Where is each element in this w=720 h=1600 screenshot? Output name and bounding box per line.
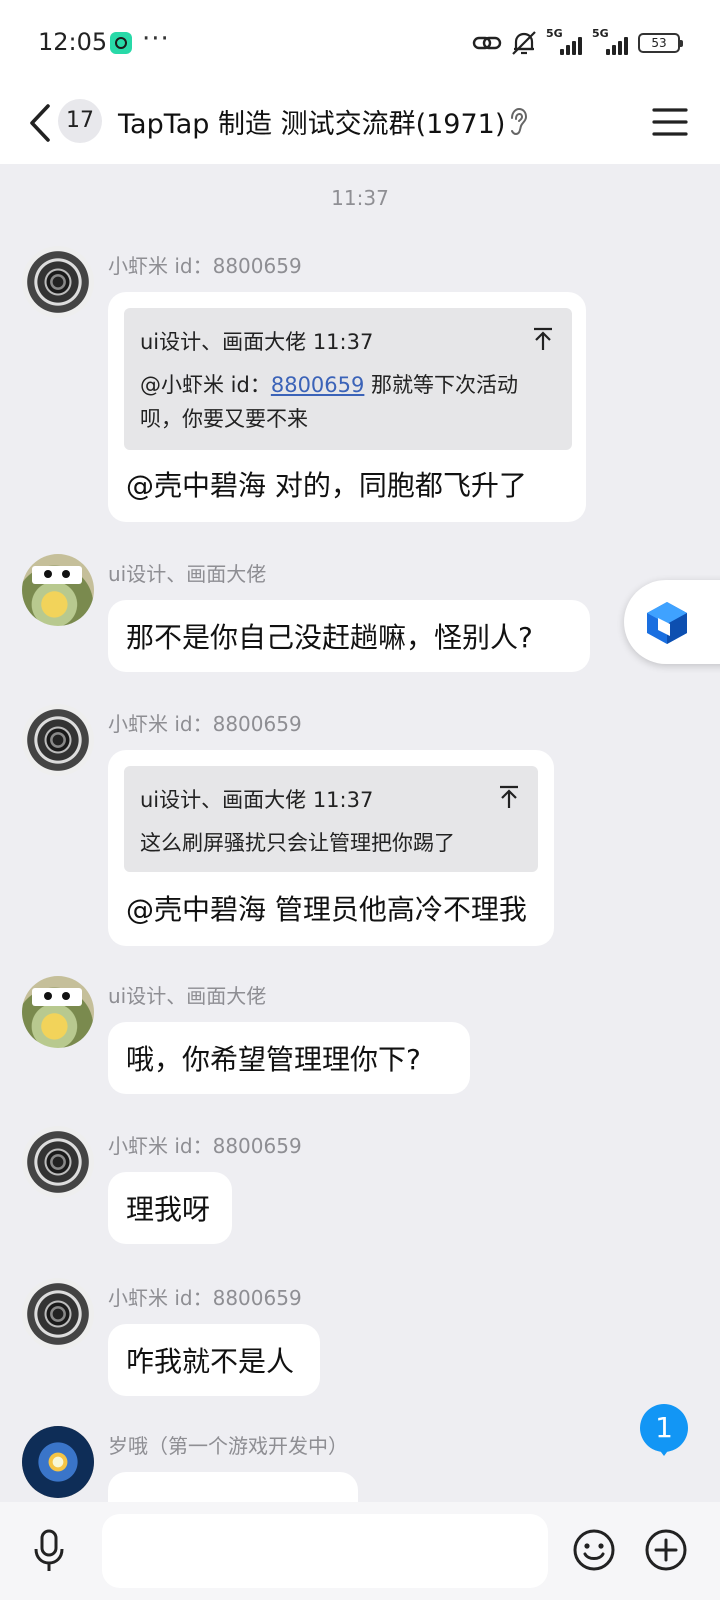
message-text: 理我呀 [126, 1193, 211, 1226]
cube-logo-icon [647, 602, 687, 644]
quote-header: ui设计、画面大佬 11:37 [140, 788, 374, 812]
avatar[interactable] [22, 976, 94, 1048]
battery-icon: 53 [638, 33, 683, 53]
message-input[interactable] [102, 1514, 548, 1588]
new-message-badge[interactable]: 1 [640, 1404, 688, 1456]
menu-icon[interactable] [652, 100, 688, 144]
emoji-icon[interactable] [572, 1528, 616, 1572]
link-icon [472, 36, 502, 50]
sender-name[interactable]: ui设计、画面大佬 [108, 558, 266, 587]
message-bubble[interactable]: ui设计、画面大佬 11:37 这么刷屏骚扰只会让管理把你踢了 @壳中碧海 管理… [108, 750, 554, 946]
mute-bell-icon [512, 31, 536, 55]
microphone-icon[interactable] [30, 1528, 68, 1574]
ear-icon[interactable] [506, 106, 530, 140]
quoted-reply[interactable]: ui设计、画面大佬 11:37 @小虾米 id：8800659 那就等下次活动 … [124, 308, 572, 450]
message-item: ui设计、画面大佬 哦，你希望管理理你下? [0, 976, 720, 1096]
message-text: 哦，你希望管理理你下? [126, 1043, 421, 1076]
message-bubble[interactable]: 那不是你自己没赶趟嘛，怪别人? [108, 600, 590, 672]
message-bubble[interactable]: 理我呀 [108, 1172, 232, 1244]
message-item: ui设计、画面大佬 那不是你自己没赶趟嘛，怪别人? [0, 554, 720, 674]
floating-assistant-button[interactable] [624, 580, 720, 664]
sender-name[interactable]: 小虾米 id：8800659 [108, 708, 302, 737]
signal-5g-icon: 5G [592, 27, 630, 55]
chat-header: 17 TapTap 制造 测试交流群(1971) [0, 86, 720, 164]
avatar[interactable] [22, 554, 94, 626]
status-bar: 12:05 ··· 5G 5G 53 [0, 0, 720, 86]
avatar[interactable] [22, 1126, 94, 1198]
sender-name[interactable]: 小虾米 id：8800659 [108, 1130, 302, 1159]
message-text: 那不是你自己没赶趟嘛，怪别人? [126, 621, 533, 654]
unread-count-badge[interactable]: 17 [58, 99, 102, 143]
message-bubble[interactable]: 咋我就不是人 [108, 1324, 320, 1396]
signal-5g-icon: 5G [546, 27, 584, 55]
status-icons: 5G 5G 53 [472, 27, 683, 56]
message-item: 小虾米 id：8800659 ui设计、画面大佬 11:37 这么刷屏骚扰只会让… [0, 704, 720, 954]
avatar[interactable] [22, 1278, 94, 1350]
message-item: 小虾米 id：8800659 ui设计、画面大佬 11:37 @小虾米 id：8… [0, 246, 720, 526]
message-bubble[interactable]: ui设计、画面大佬 11:37 @小虾米 id：8800659 那就等下次活动 … [108, 292, 586, 522]
time-separator: 11:37 [331, 186, 389, 210]
quoted-reply[interactable]: ui设计、画面大佬 11:37 这么刷屏骚扰只会让管理把你踢了 [124, 766, 538, 872]
avatar[interactable] [22, 246, 94, 318]
plus-icon[interactable] [644, 1528, 688, 1572]
jump-to-original-icon[interactable] [498, 784, 520, 810]
more-notifications-icon: ··· [142, 24, 170, 54]
mention-link[interactable]: 8800659 [271, 373, 365, 397]
jump-to-original-icon[interactable] [532, 326, 554, 352]
sender-name[interactable]: 岁哦（第一个游戏开发中） [108, 1430, 348, 1459]
avatar[interactable] [22, 704, 94, 776]
app-notification-icon [110, 32, 132, 54]
sender-name[interactable]: 小虾米 id：8800659 [108, 1282, 302, 1311]
message-item: 岁哦（第一个游戏开发中） [0, 1426, 720, 1502]
message-text: @壳中碧海 管理员他高冷不理我 [126, 893, 527, 926]
input-bar [0, 1502, 720, 1600]
quote-body: 这么刷屏骚扰只会让管理把你踢了 [140, 831, 455, 855]
message-item: 小虾米 id：8800659 理我呀 [0, 1126, 720, 1246]
back-icon[interactable] [22, 98, 56, 148]
quote-body: @小虾米 id：8800659 那就等下次活动 呗，你要又要不来 [140, 373, 519, 431]
message-bubble[interactable] [108, 1472, 358, 1502]
message-text: 咋我就不是人 [126, 1345, 295, 1378]
avatar[interactable] [22, 1426, 94, 1498]
status-time: 12:05 [38, 28, 108, 56]
chat-messages[interactable]: 11:37 小虾米 id：8800659 ui设计、画面大佬 11:37 @小虾… [0, 164, 720, 1502]
message-item: 小虾米 id：8800659 咋我就不是人 [0, 1278, 720, 1398]
sender-name[interactable]: 小虾米 id：8800659 [108, 250, 302, 279]
quote-header: ui设计、画面大佬 11:37 [140, 330, 374, 354]
chat-title[interactable]: TapTap 制造 测试交流群(1971) [118, 102, 505, 141]
message-text: @壳中碧海 对的，同胞都飞升了 [126, 469, 527, 502]
message-bubble[interactable]: 哦，你希望管理理你下? [108, 1022, 470, 1094]
sender-name[interactable]: ui设计、画面大佬 [108, 980, 266, 1009]
